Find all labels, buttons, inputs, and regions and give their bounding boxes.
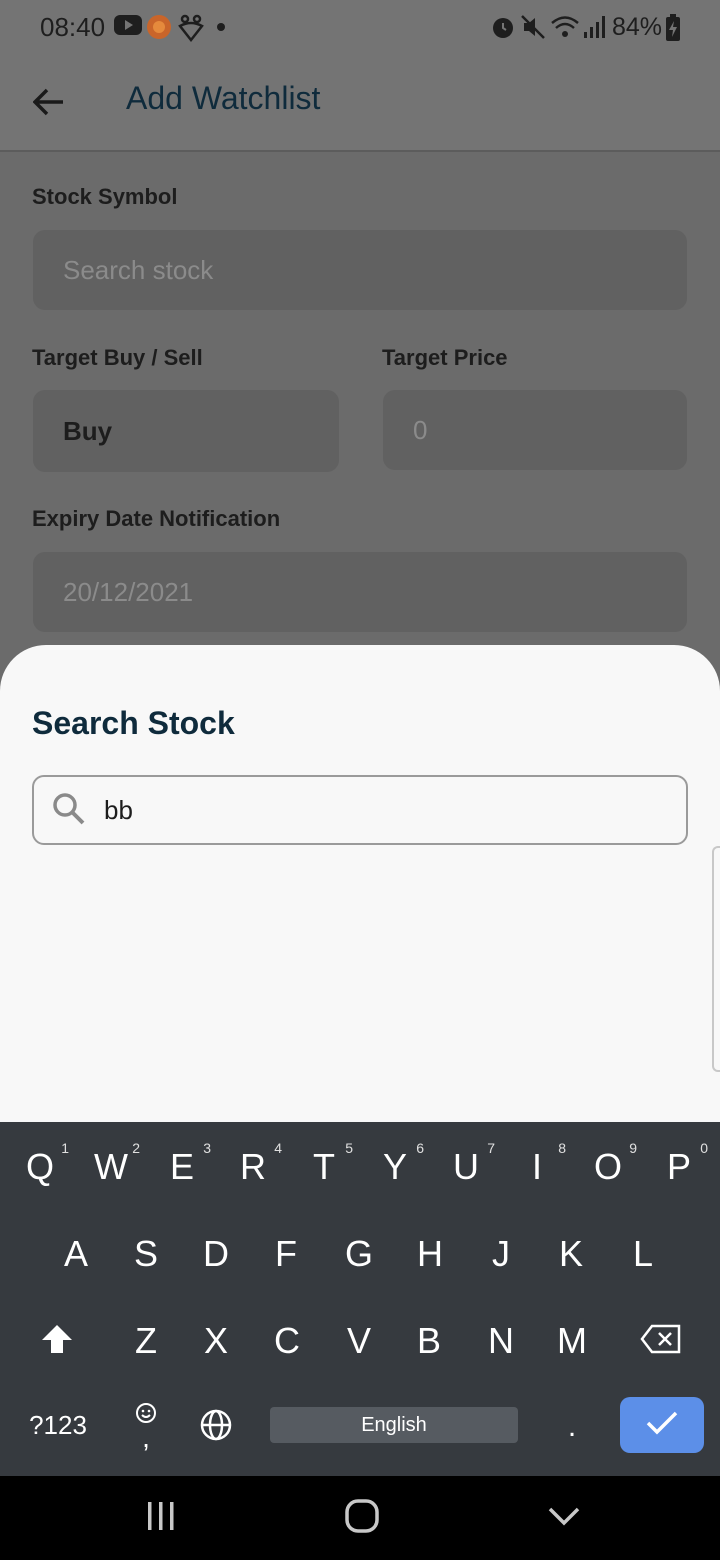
key-r[interactable]: R4 xyxy=(220,1132,286,1202)
key-n[interactable]: N xyxy=(468,1306,534,1376)
key-j[interactable]: J xyxy=(468,1219,534,1289)
battery-charging-icon xyxy=(664,14,682,42)
status-time: 08:40 xyxy=(40,12,106,42)
watchlist-form: Stock Symbol Search stock Target Buy / S… xyxy=(0,152,720,646)
key-q[interactable]: Q1 xyxy=(7,1132,73,1202)
app-badge-icon xyxy=(146,14,172,40)
key-e[interactable]: E3 xyxy=(149,1132,215,1202)
globe-icon xyxy=(199,1408,233,1447)
shift-icon xyxy=(40,1323,74,1360)
signal-icon xyxy=(582,14,606,40)
key-c[interactable]: C xyxy=(254,1306,320,1376)
backspace-key[interactable] xyxy=(626,1306,696,1376)
shift-key[interactable] xyxy=(24,1306,90,1376)
symbols-key[interactable]: ?123 xyxy=(22,1394,94,1456)
key-x[interactable]: X xyxy=(183,1306,249,1376)
recent-apps-button[interactable] xyxy=(121,1494,201,1542)
keyboard: Q1 W2 E3 R4 T5 Y6 U7 I8 O9 P0 A S D F G … xyxy=(0,1122,720,1476)
stock-symbol-label: Stock Symbol xyxy=(32,184,178,209)
search-box[interactable] xyxy=(32,775,688,845)
home-button[interactable] xyxy=(322,1494,402,1542)
wifi-icon xyxy=(550,14,580,40)
language-key[interactable] xyxy=(190,1402,242,1452)
key-g[interactable]: G xyxy=(326,1219,392,1289)
scroll-indicator xyxy=(712,846,720,1072)
comma-label: , xyxy=(142,1422,150,1453)
search-input[interactable] xyxy=(104,787,664,833)
stock-symbol-field[interactable]: Search stock xyxy=(33,230,687,310)
enter-key[interactable] xyxy=(620,1397,704,1453)
period-key[interactable]: . xyxy=(548,1402,596,1452)
target-price-label: Target Price xyxy=(382,345,508,370)
target-price-field[interactable]: 0 xyxy=(383,390,687,470)
arrow-left-icon xyxy=(32,88,65,121)
sheet-title: Search Stock xyxy=(32,705,235,741)
mute-icon xyxy=(520,14,546,40)
key-h[interactable]: H xyxy=(397,1219,463,1289)
key-w[interactable]: W2 xyxy=(78,1132,144,1202)
key-p[interactable]: P0 xyxy=(646,1132,712,1202)
key-y[interactable]: Y6 xyxy=(362,1132,428,1202)
back-button[interactable] xyxy=(20,76,78,132)
backspace-icon xyxy=(640,1324,682,1359)
target-price-value: 0 xyxy=(413,414,428,445)
alarm-icon xyxy=(490,14,516,40)
search-stock-sheet: Search Stock xyxy=(0,645,720,1125)
youtube-icon xyxy=(114,14,142,36)
target-buy-sell-select[interactable]: Buy xyxy=(33,390,339,472)
key-s[interactable]: S xyxy=(113,1219,179,1289)
target-buy-sell-label: Target Buy / Sell xyxy=(32,345,203,370)
key-v[interactable]: V xyxy=(326,1306,392,1376)
key-d[interactable]: D xyxy=(183,1219,249,1289)
stock-symbol-placeholder: Search stock xyxy=(63,254,214,285)
key-f[interactable]: F xyxy=(253,1219,319,1289)
emoji-comma-key[interactable]: , xyxy=(122,1394,170,1456)
key-o[interactable]: O9 xyxy=(575,1132,641,1202)
key-l[interactable]: L xyxy=(610,1219,676,1289)
recent-apps-icon xyxy=(145,1501,177,1536)
back-chevron-icon xyxy=(547,1506,581,1531)
space-key[interactable]: English xyxy=(270,1407,518,1443)
app-bar: Add Watchlist xyxy=(0,56,720,152)
dot-icon xyxy=(216,22,226,32)
system-nav-bar xyxy=(0,1476,720,1560)
battery-percentage: 84% xyxy=(612,13,663,41)
page-title: Add Watchlist xyxy=(126,80,321,116)
target-buy-sell-value: Buy xyxy=(63,415,113,446)
home-icon xyxy=(345,1498,379,1538)
checkmark-icon xyxy=(645,1410,679,1441)
key-z[interactable]: Z xyxy=(113,1306,179,1376)
key-m[interactable]: M xyxy=(539,1306,605,1376)
expiry-date-field[interactable]: 20/12/2021 xyxy=(33,552,687,632)
key-u[interactable]: U7 xyxy=(433,1132,499,1202)
search-icon xyxy=(52,792,86,831)
key-b[interactable]: B xyxy=(396,1306,462,1376)
key-t[interactable]: T5 xyxy=(291,1132,357,1202)
status-bar: 08:40 84% xyxy=(0,0,720,56)
expiry-date-value: 20/12/2021 xyxy=(63,576,194,607)
back-nav-button[interactable] xyxy=(524,1494,604,1542)
expiry-label: Expiry Date Notification xyxy=(32,506,281,531)
key-i[interactable]: I8 xyxy=(504,1132,570,1202)
key-a[interactable]: A xyxy=(43,1219,109,1289)
heart-paw-icon xyxy=(176,14,206,42)
key-k[interactable]: K xyxy=(538,1219,604,1289)
